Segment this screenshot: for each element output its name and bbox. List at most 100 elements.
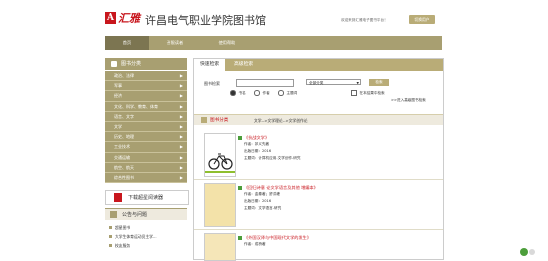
floating-widget[interactable] (520, 248, 536, 258)
book-date: 出版日期：2016 (244, 149, 272, 153)
category-label: 军事 (114, 83, 122, 89)
category-item[interactable]: 军事 ▶ (105, 81, 187, 92)
radio-dot (230, 90, 236, 96)
welcome-text: 欢迎来到汇雅电子图书平台！ (341, 18, 388, 22)
reader-download-button[interactable]: 下载超星阅读器 (105, 190, 189, 205)
main-panel: 快速检索 高级检索 图书检索 全部分类 ▼ 检索 书名 作者 主题词 在本结果中… (193, 58, 444, 261)
nav-readers[interactable]: 권限读者 (149, 36, 201, 50)
book-title[interactable]: 《回归诗意 论文学语言及其他 增编本》 (238, 184, 438, 191)
book-author: 作者：金秦著；舒洪峰 (244, 192, 280, 196)
category-heading: 图书分类 (105, 58, 187, 70)
category-select[interactable]: 全部分类 ▼ (306, 79, 361, 85)
chevron-down-icon: ▼ (356, 81, 359, 85)
book-item: 《外国汉译与中国现代文学的发生》 作者：成桥著 (194, 231, 443, 261)
chevron-right-icon: ▶ (179, 164, 183, 170)
breadcrumb-path[interactable]: 文学-->文学理论-->文学创作论 (254, 118, 308, 124)
checkbox-box (351, 90, 357, 96)
category-item[interactable]: 工业技术 ▶ (105, 142, 187, 153)
logo-icon: A (105, 12, 116, 24)
notice-icon (110, 211, 117, 218)
book-icon (238, 235, 242, 240)
category-item[interactable]: 文学 ▶ (105, 121, 187, 133)
book-title-text: 《外国汉译与中国现代文学的发生》 (244, 235, 312, 240)
category-item[interactable]: 综合性图书 ▶ (105, 172, 187, 184)
category-label: 交通运输 (114, 154, 130, 160)
tab-quick-search[interactable]: 快速检索 (194, 59, 226, 71)
notice-item[interactable]: 校友服务 (107, 241, 187, 250)
category-label: 历史、地理 (114, 134, 134, 140)
book-info: 《抗战文学》 作者：祁义先著 出版日期：2016 主题词：计算机应用-文学创作-… (238, 134, 438, 162)
search-area: 图书检索 全部分类 ▼ 检索 书名 作者 主题词 在本结果中检索 >>进入高级图… (194, 71, 443, 111)
category-label: 经济 (114, 93, 122, 99)
category-select-value: 全部分类 (309, 81, 324, 85)
book-cover[interactable] (204, 183, 236, 227)
search-tabs: 快速检索 高级检索 (194, 59, 443, 71)
search-button[interactable]: 检索 (369, 79, 389, 86)
chevron-right-icon: ▶ (179, 174, 183, 180)
book-icon (238, 135, 242, 140)
checkbox-label: 在本结果中检索 (359, 91, 385, 95)
category-item[interactable]: 交通运输 ▶ (105, 152, 187, 163)
notice-list: 超星图书 大学生体育运动员主学... 校友服务 (107, 223, 187, 250)
book-title[interactable]: 《抗战文学》 (238, 134, 438, 141)
advanced-search-link[interactable]: >>进入高级图书检索 (391, 98, 426, 103)
chevron-right-icon: ▶ (179, 93, 183, 99)
switch-user-button[interactable]: 切换用户 (409, 15, 435, 24)
book-date: 出版日期：2016 (244, 199, 272, 203)
category-item[interactable]: 政治、法律 ▶ (105, 71, 187, 82)
book-item: 《回归诗意 论文学语言及其他 增编本》 作者：金秦著；舒洪峰 出版日期：2016… (194, 181, 443, 230)
reader-icon (114, 193, 122, 202)
nav-home[interactable]: 首页 (105, 36, 149, 50)
book-info: 《回归诗意 论文学语言及其他 增编本》 作者：金秦著；舒洪峰 出版日期：2016… (238, 184, 438, 212)
logo-text: 汇雅 (118, 12, 140, 25)
category-label: 文学 (114, 123, 122, 129)
category-label: 综合性图书 (114, 174, 134, 180)
book-author: 作者：成桥著 (244, 242, 266, 246)
main-nav: 首页 권限读者 使用帮助 (105, 36, 442, 50)
status-dot-icon (529, 249, 535, 255)
book-title-text: 《回归诗意 论文学语言及其他 增编本》 (244, 185, 318, 190)
radio-author[interactable]: 作者 (254, 90, 270, 97)
book-author: 作者：祁义先著 (244, 142, 270, 146)
book-subject: 主题词：计算机应用-文学创作-研究 (244, 156, 301, 160)
status-dot-icon (520, 248, 528, 256)
book-item: 《抗战文学》 作者：祁义先著 出版日期：2016 主题词：计算机应用-文学创作-… (194, 131, 443, 180)
category-label: 语言、文字 (114, 113, 134, 119)
search-within-checkbox[interactable]: 在本结果中检索 (351, 90, 385, 97)
category-item[interactable]: 航空、航天 ▶ (105, 162, 187, 173)
tab-advanced-search[interactable]: 高级检索 (228, 59, 259, 71)
page: A 汇雅 许昌电气职业学院图书馆 欢迎来到汇雅电子图书平台！ 切换用户 首页 권… (0, 0, 548, 261)
breadcrumb: 图书分类 文学-->文学理论-->文学创作论 (194, 114, 443, 125)
book-icon (238, 185, 242, 190)
category-label: 航空、航天 (114, 164, 134, 170)
search-input[interactable] (236, 79, 294, 87)
category-label: 工业技术 (114, 144, 130, 150)
radio-title[interactable]: 书名 (230, 90, 246, 97)
radio-subject[interactable]: 主题词 (278, 90, 297, 97)
breadcrumb-title: 图书分类 (210, 118, 229, 123)
search-field-options: 书名 作者 主题词 在本结果中检索 (230, 90, 430, 97)
book-title[interactable]: 《外国汉译与中国现代文学的发生》 (238, 234, 438, 241)
chevron-right-icon: ▶ (179, 103, 183, 109)
chevron-right-icon: ▶ (179, 73, 183, 78)
chevron-right-icon: ▶ (179, 154, 183, 160)
category-item[interactable]: 经济 ▶ (105, 91, 187, 102)
search-label: 图书检索 (204, 81, 220, 86)
notice-heading-label: 公告与问题 (122, 212, 148, 218)
book-cover[interactable] (204, 233, 236, 261)
category-item[interactable]: 文化、科学、教育、体育 ▶ (105, 101, 187, 112)
notice-item[interactable]: 超星图书 (107, 223, 187, 232)
notice-heading: 公告与问题 (105, 208, 187, 220)
bicycle-icon (205, 153, 235, 173)
header: A 汇雅 许昌电气职业学院图书馆 (105, 8, 445, 36)
category-item[interactable]: 语言、文字 ▶ (105, 111, 187, 122)
book-cover[interactable] (204, 133, 236, 177)
radio-label: 主题词 (286, 91, 298, 95)
nav-help[interactable]: 使用帮助 (201, 36, 253, 50)
category-heading-label: 图书分类 (121, 61, 142, 67)
notice-item[interactable]: 大学生体育运动员主学... (107, 232, 187, 241)
category-item[interactable]: 历史、地理 ▶ (105, 132, 187, 143)
radio-dot (254, 90, 260, 96)
category-icon (201, 117, 207, 123)
sidebar: 图书分类 政治、法律 ▶ 军事 ▶ 经济 ▶ 文化、科学、教育、体育 ▶ 语言、文字 ▶ … (105, 58, 189, 258)
